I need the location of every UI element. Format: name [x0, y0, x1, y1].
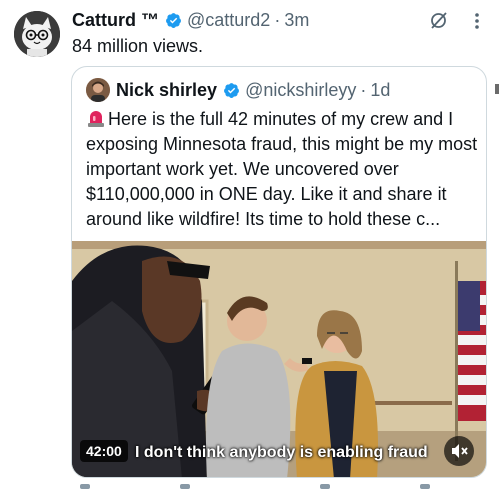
quoted-tweet[interactable]: Nick shirley @nickshirleyy · 1d Here is …: [71, 66, 487, 478]
volume-muted-icon: [452, 444, 468, 458]
video-duration: 42:00: [80, 440, 128, 462]
quote-author-name[interactable]: Nick shirley: [116, 80, 217, 101]
quote-header: Nick shirley @nickshirleyy · 1d: [86, 77, 390, 103]
tweet-time[interactable]: 3m: [284, 10, 309, 31]
tweet-text: 84 million views.: [72, 36, 204, 56]
tweet-header: Catturd ™ @catturd2 · 3m: [72, 8, 309, 32]
video-caption: I don't think anybody is enabling fraud: [135, 444, 428, 461]
mute-button[interactable]: [444, 436, 474, 466]
quote-time[interactable]: 1d: [370, 80, 390, 101]
views-icon[interactable]: [420, 484, 430, 489]
reply-icon[interactable]: [80, 484, 90, 489]
video-player[interactable]: 42:00 I don't think anybody is enabling …: [72, 241, 486, 477]
tweet[interactable]: Catturd ™ @catturd2 · 3m 84 million view…: [0, 0, 500, 489]
separator-dot: ·: [360, 79, 367, 100]
verified-badge-icon: [166, 12, 181, 28]
grok-icon[interactable]: [429, 10, 449, 30]
quote-text-block: Here is the full 42 minutes of my crew a…: [86, 107, 478, 232]
police-siren-icon: [88, 111, 104, 127]
scrollbar-thumb[interactable]: [495, 84, 499, 94]
like-icon[interactable]: [320, 484, 330, 489]
separator-dot: ·: [274, 9, 281, 30]
quote-text: Here is the full 42 minutes of my crew a…: [86, 109, 478, 229]
author-name[interactable]: Catturd ™: [72, 10, 159, 31]
video-frame: [72, 241, 486, 477]
cat-avatar-icon: [14, 11, 60, 57]
person-avatar-icon: [86, 78, 110, 102]
repost-icon[interactable]: [180, 484, 190, 489]
verified-badge-icon: [224, 82, 239, 98]
quote-author-handle[interactable]: @nickshirleyy: [245, 80, 356, 101]
author-handle[interactable]: @catturd2: [187, 10, 270, 31]
more-options-icon[interactable]: [470, 10, 484, 32]
author-avatar[interactable]: [14, 11, 60, 57]
quote-author-avatar[interactable]: [86, 78, 110, 102]
